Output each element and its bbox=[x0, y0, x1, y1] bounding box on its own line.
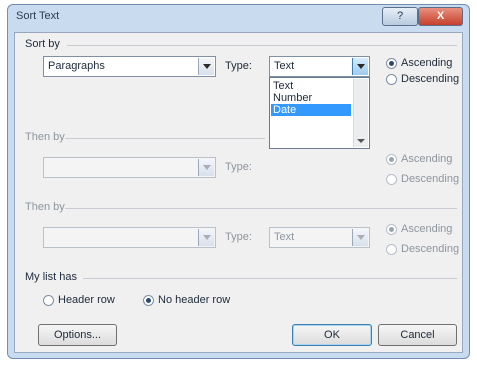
scroll-down-icon[interactable] bbox=[357, 139, 365, 143]
dialog-body: Sort by Paragraphs Type: Text Text Numbe… bbox=[14, 32, 463, 353]
then-by-2-type-value: Text bbox=[274, 231, 295, 243]
header-row-radio[interactable] bbox=[43, 295, 54, 306]
then-by-1-divider bbox=[65, 138, 265, 139]
chevron-down-icon[interactable] bbox=[198, 58, 214, 75]
sort-by-field-combo[interactable]: Paragraphs bbox=[43, 56, 216, 77]
chevron-down-icon[interactable] bbox=[352, 229, 368, 246]
close-icon: X bbox=[436, 10, 445, 22]
options-button[interactable]: Options... bbox=[38, 324, 117, 346]
then-by-1-label: Then by bbox=[25, 131, 65, 143]
then-by-2-type-combo[interactable]: Text bbox=[269, 227, 370, 248]
then-by-2-ascending-label: Ascending bbox=[401, 223, 453, 235]
ok-button[interactable]: OK bbox=[292, 324, 372, 346]
dropdown-option-number[interactable]: Number bbox=[271, 92, 351, 104]
then-by-2-divider bbox=[65, 208, 457, 209]
then-by-1-descending-radio[interactable] bbox=[386, 174, 397, 185]
then-by-1-field-combo[interactable] bbox=[43, 157, 216, 178]
then-by-2-descending-radio[interactable] bbox=[386, 244, 397, 255]
dialog-title: Sort Text bbox=[16, 10, 60, 22]
sort-by-type-combo[interactable]: Text bbox=[269, 56, 370, 77]
my-list-has-label: My list has bbox=[25, 271, 77, 283]
type-dropdown-list[interactable]: Text Number Date bbox=[269, 77, 370, 149]
sort-by-divider bbox=[67, 45, 457, 46]
dropdown-option-date[interactable]: Date bbox=[271, 104, 351, 116]
cancel-button[interactable]: Cancel bbox=[378, 324, 457, 346]
sort-by-descending-radio[interactable] bbox=[386, 74, 397, 85]
then-by-1-descending-label: Descending bbox=[401, 173, 460, 185]
no-header-row-label: No header row bbox=[158, 294, 231, 306]
dropdown-option-text[interactable]: Text bbox=[271, 80, 351, 92]
sort-by-ascending-label: Ascending bbox=[401, 57, 453, 69]
then-by-2-type-label: Type: bbox=[225, 231, 252, 243]
help-icon: ? bbox=[396, 10, 404, 22]
sort-by-field-value: Paragraphs bbox=[48, 60, 105, 72]
chevron-down-icon[interactable] bbox=[198, 159, 214, 176]
dropdown-scrollbar[interactable] bbox=[353, 79, 368, 147]
sort-by-type-value: Text bbox=[274, 60, 295, 72]
then-by-2-ascending-radio[interactable] bbox=[386, 224, 397, 235]
sort-by-type-label: Type: bbox=[225, 60, 252, 72]
then-by-2-descending-label: Descending bbox=[401, 243, 460, 255]
then-by-1-type-label: Type: bbox=[225, 161, 252, 173]
sort-by-label: Sort by bbox=[25, 38, 60, 50]
then-by-2-label: Then by bbox=[25, 201, 65, 213]
my-list-has-divider bbox=[83, 278, 457, 279]
no-header-row-radio[interactable] bbox=[143, 295, 154, 306]
help-button[interactable]: ? bbox=[382, 7, 418, 26]
then-by-2-field-combo[interactable] bbox=[43, 227, 216, 248]
header-row-label: Header row bbox=[58, 294, 115, 306]
chevron-down-icon[interactable] bbox=[352, 58, 368, 75]
chevron-down-icon[interactable] bbox=[198, 229, 214, 246]
sort-by-descending-label: Descending bbox=[401, 73, 460, 85]
title-bar[interactable]: Sort Text ? X bbox=[8, 5, 469, 31]
then-by-1-ascending-label: Ascending bbox=[401, 153, 453, 165]
close-button[interactable]: X bbox=[418, 7, 463, 26]
sort-text-dialog: Sort Text ? X Sort by Paragraphs Type: T… bbox=[7, 4, 470, 359]
then-by-1-ascending-radio[interactable] bbox=[386, 154, 397, 165]
sort-by-ascending-radio[interactable] bbox=[386, 58, 397, 69]
